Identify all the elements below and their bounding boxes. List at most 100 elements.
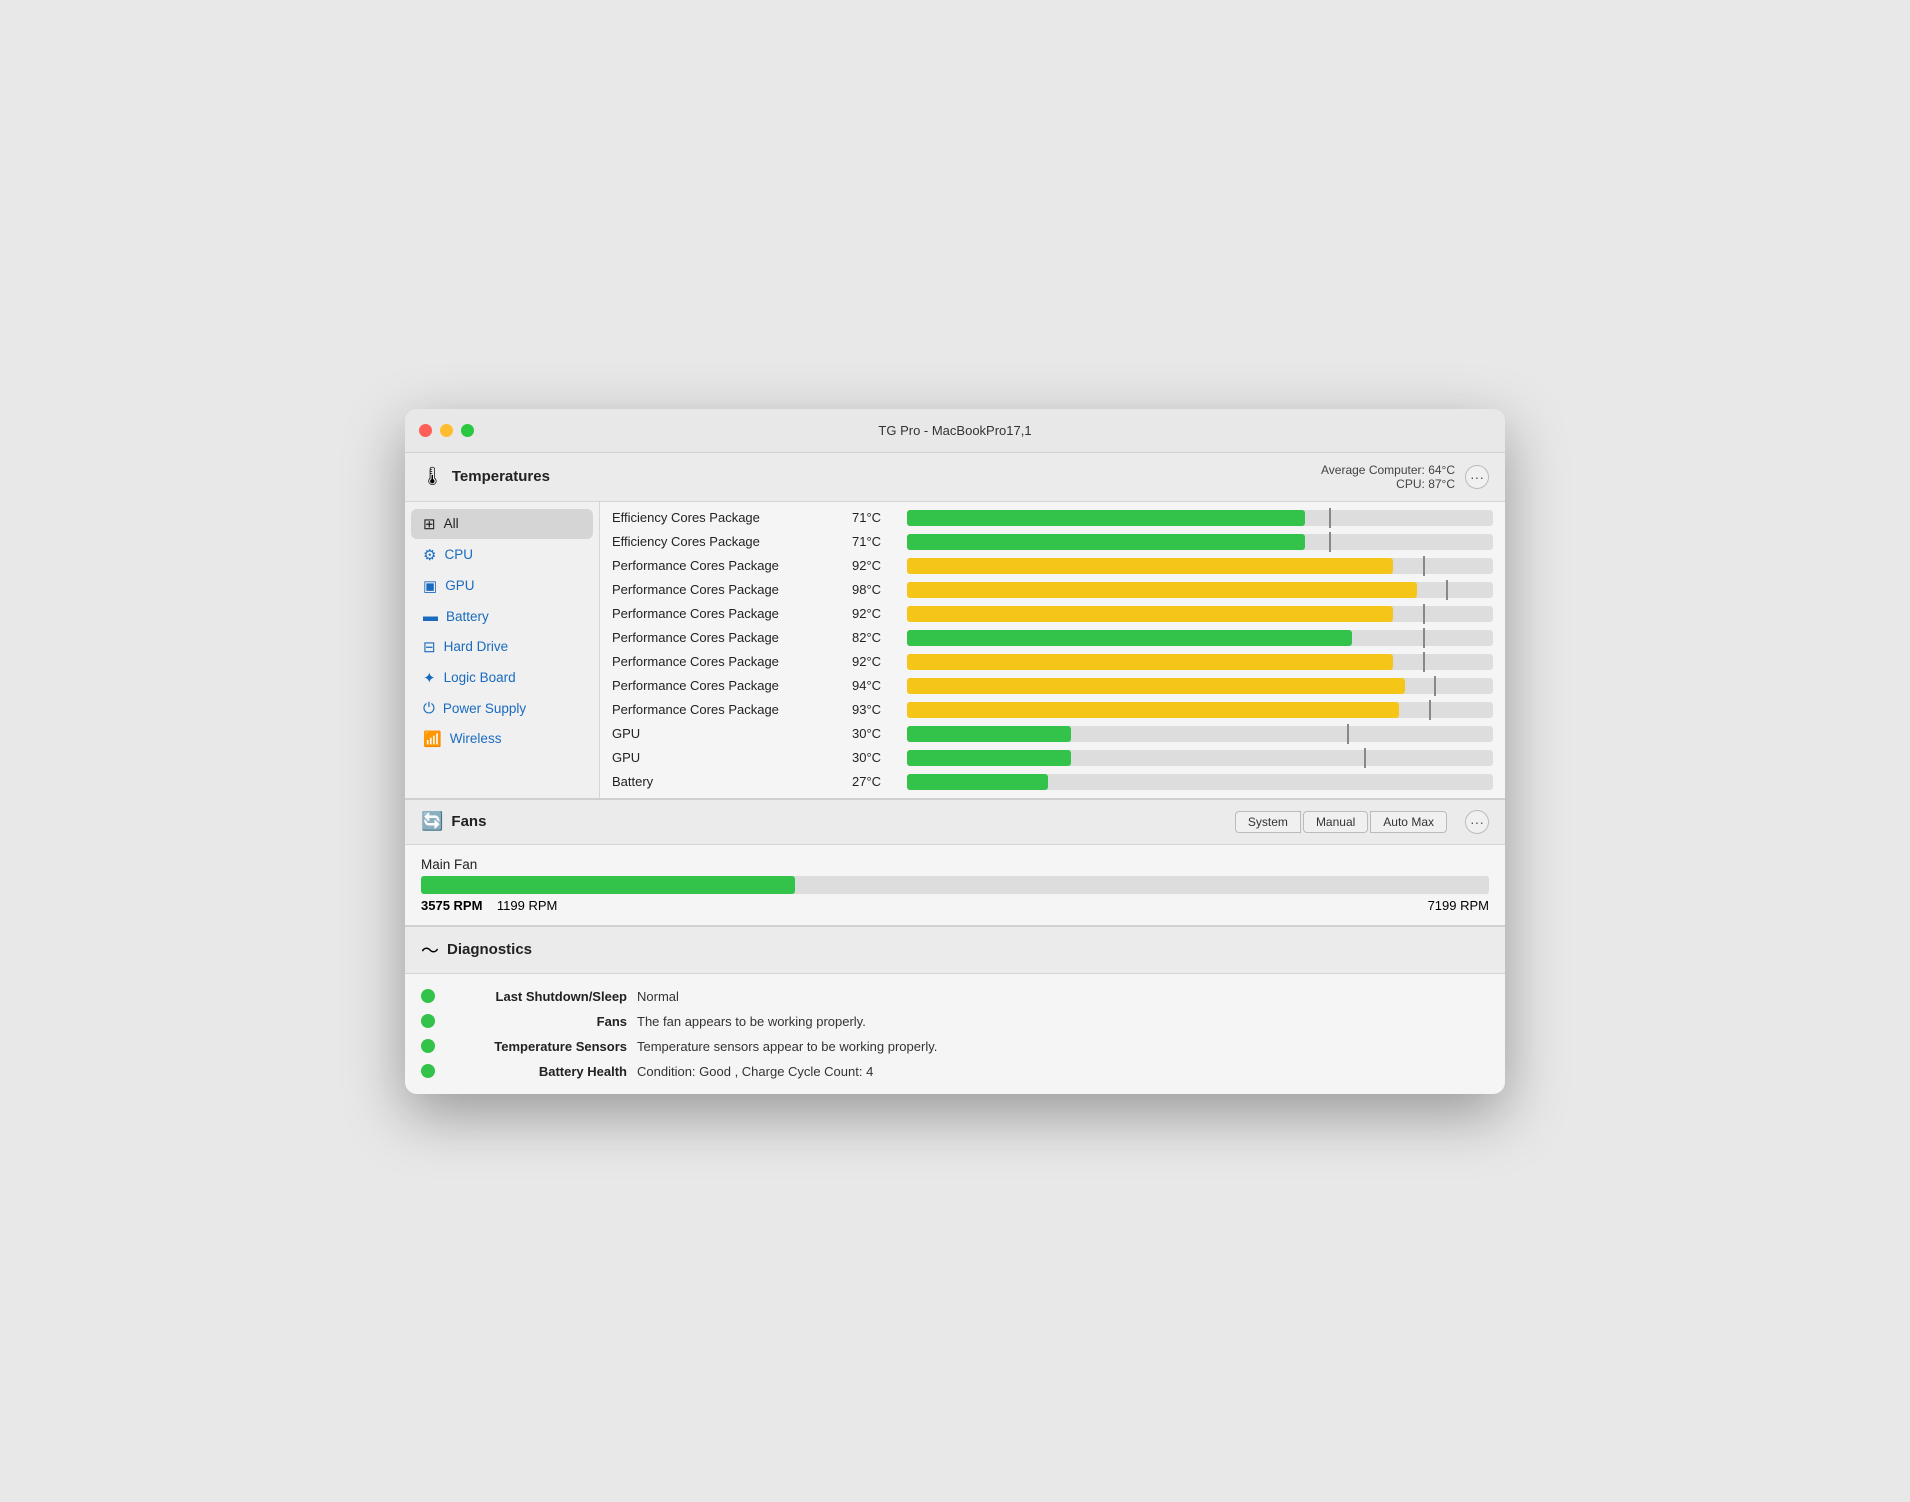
temp-row: Performance Cores Package 92°C: [600, 650, 1505, 674]
temp-value: 92°C: [852, 606, 897, 621]
temp-bar-marker: [1329, 532, 1331, 552]
temp-row: Performance Cores Package 98°C: [600, 578, 1505, 602]
diag-key: Temperature Sensors: [447, 1039, 627, 1054]
sidebar-item-logicboard[interactable]: ✦ Logic Board: [411, 663, 593, 693]
temp-value: 71°C: [852, 534, 897, 549]
fan-system-button[interactable]: System: [1235, 811, 1301, 833]
maximize-button[interactable]: [461, 424, 474, 437]
sidebar-item-wireless[interactable]: 📶 Wireless: [411, 724, 593, 754]
temp-bar-fill: [907, 582, 1417, 598]
temp-label: Performance Cores Package: [612, 582, 842, 597]
fans-header: 🔄 Fans System Manual Auto Max ···: [405, 800, 1505, 845]
sidebar-item-cpu[interactable]: ⚙ CPU: [411, 540, 593, 570]
sidebar-item-powersupply[interactable]: ⏻ Power Supply: [411, 694, 593, 723]
temp-bar-bg: [907, 678, 1493, 694]
temp-bar-bg: [907, 702, 1493, 718]
temp-bar-fill: [907, 654, 1393, 670]
temp-bar-marker: [1434, 676, 1436, 696]
temp-value: 93°C: [852, 702, 897, 717]
temperatures-more-button[interactable]: ···: [1465, 465, 1489, 489]
temperatures-body: ⊞ All ⚙ CPU ▣ GPU ▬ Battery ⊟ Hard Dri: [405, 502, 1505, 800]
sidebar-item-battery[interactable]: ▬ Battery: [411, 602, 593, 631]
sidebar-label-logicboard: Logic Board: [444, 670, 516, 685]
diag-rows-container: Last Shutdown/Sleep Normal Fans The fan …: [405, 974, 1505, 1094]
temp-bar-bg: [907, 774, 1493, 790]
temp-row: Battery 27°C: [600, 770, 1505, 794]
diag-value: Condition: Good , Charge Cycle Count: 4: [637, 1064, 873, 1079]
temp-bar-marker: [1347, 724, 1349, 744]
temp-value: 94°C: [852, 678, 897, 693]
fans-icon: 🔄: [421, 811, 443, 832]
temp-bar-bg: [907, 606, 1493, 622]
temp-label: GPU: [612, 726, 842, 741]
temp-bar-bg: [907, 654, 1493, 670]
fan-manual-button[interactable]: Manual: [1303, 811, 1368, 833]
temp-row: GPU 30°C: [600, 746, 1505, 770]
minimize-button[interactable]: [440, 424, 453, 437]
sidebar-label-all: All: [444, 516, 459, 531]
sidebar-label-cpu: CPU: [444, 547, 473, 562]
temp-label: Battery: [612, 774, 842, 789]
sidebar: ⊞ All ⚙ CPU ▣ GPU ▬ Battery ⊟ Hard Dri: [405, 502, 600, 798]
temp-value: 82°C: [852, 630, 897, 645]
temp-bar-bg: [907, 750, 1493, 766]
fans-section: 🔄 Fans System Manual Auto Max ··· Main F…: [405, 800, 1505, 927]
temp-label: Performance Cores Package: [612, 630, 842, 645]
diag-row: Temperature Sensors Temperature sensors …: [421, 1034, 1489, 1059]
temp-label: Performance Cores Package: [612, 654, 842, 669]
close-button[interactable]: [419, 424, 432, 437]
fan-rpm-row: 3575 RPM 1199 RPM 7199 RPM: [421, 898, 1489, 913]
temp-rows-container: Efficiency Cores Package 71°C Efficiency…: [600, 502, 1505, 798]
temp-label: Performance Cores Package: [612, 606, 842, 621]
temp-bar-bg: [907, 510, 1493, 526]
temp-bar-marker: [1364, 748, 1366, 768]
fans-body: Main Fan 3575 RPM 1199 RPM 7199 RPM: [405, 845, 1505, 925]
temp-label: GPU: [612, 750, 842, 765]
temp-bar-bg: [907, 534, 1493, 550]
battery-icon: ▬: [423, 608, 438, 625]
temp-value: 92°C: [852, 558, 897, 573]
fans-more-button[interactable]: ···: [1465, 810, 1489, 834]
temp-bar-fill: [907, 534, 1305, 550]
temp-row: Efficiency Cores Package 71°C: [600, 506, 1505, 530]
temp-bar-fill: [907, 774, 1048, 790]
temp-label: Performance Cores Package: [612, 558, 842, 573]
temp-value: 27°C: [852, 774, 897, 789]
content: 🌡 Temperatures Average Computer: 64°C CP…: [405, 453, 1505, 1094]
temp-bar-marker: [1423, 628, 1425, 648]
temp-row: Performance Cores Package 82°C: [600, 626, 1505, 650]
logicboard-icon: ✦: [423, 669, 436, 687]
temp-bar-bg: [907, 630, 1493, 646]
temp-label: Efficiency Cores Package: [612, 534, 842, 549]
sidebar-label-powersupply: Power Supply: [443, 701, 526, 716]
sidebar-label-battery: Battery: [446, 609, 489, 624]
temp-value: 71°C: [852, 510, 897, 525]
temp-bar-marker: [1329, 508, 1331, 528]
diag-status-dot: [421, 1039, 435, 1053]
fans-title: Fans: [451, 813, 1235, 830]
thermometer-icon: 🌡: [421, 466, 444, 487]
avg-computer-label: Average Computer:: [1321, 463, 1425, 477]
powersupply-icon: ⏻: [423, 700, 435, 717]
sidebar-item-gpu[interactable]: ▣ GPU: [411, 571, 593, 601]
temp-bar-fill: [907, 510, 1305, 526]
temp-label: Efficiency Cores Package: [612, 510, 842, 525]
sidebar-label-harddrive: Hard Drive: [444, 639, 509, 654]
fan-automax-button[interactable]: Auto Max: [1370, 811, 1447, 833]
diag-row: Fans The fan appears to be working prope…: [421, 1009, 1489, 1034]
diag-status-dot: [421, 1014, 435, 1028]
temperatures-header: 🌡 Temperatures Average Computer: 64°C CP…: [405, 453, 1505, 502]
temp-row: GPU 30°C: [600, 722, 1505, 746]
sidebar-item-harddrive[interactable]: ⊟ Hard Drive: [411, 632, 593, 662]
fan-min-rpm: 1199 RPM: [497, 898, 557, 913]
diag-value: Normal: [637, 989, 679, 1004]
temp-bar-marker: [1423, 556, 1425, 576]
window-title: TG Pro - MacBookPro17,1: [878, 423, 1031, 438]
diag-status-dot: [421, 989, 435, 1003]
temp-value: 92°C: [852, 654, 897, 669]
sidebar-label-gpu: GPU: [445, 578, 474, 593]
sidebar-item-all[interactable]: ⊞ All: [411, 509, 593, 539]
fan-bar-background: [421, 876, 1489, 894]
temp-bar-marker: [1423, 652, 1425, 672]
temp-bar-bg: [907, 726, 1493, 742]
